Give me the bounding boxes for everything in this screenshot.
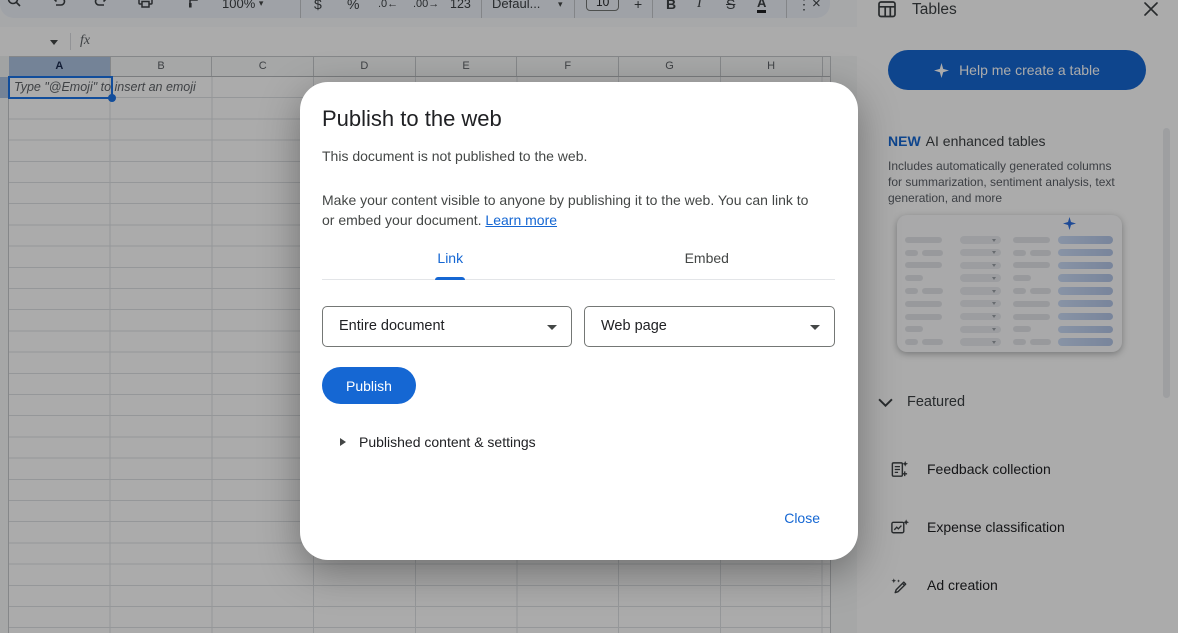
publish-description-text: Make your content visible to anyone by p…: [322, 190, 824, 230]
published-content-settings-expander[interactable]: Published content & settings: [340, 434, 536, 450]
publish-button[interactable]: Publish: [322, 367, 416, 404]
publish-format-dropdown[interactable]: Web page: [584, 306, 835, 347]
tab-embed[interactable]: Embed: [579, 242, 836, 279]
dialog-title: Publish to the web: [322, 106, 502, 132]
publish-status-text: This document is not published to the we…: [322, 148, 587, 164]
dropdown-caret-icon: [547, 325, 557, 330]
active-tab-indicator: [435, 277, 465, 280]
publish-tabs: Link Embed: [322, 242, 835, 280]
tab-link[interactable]: Link: [322, 242, 579, 279]
expander-arrow-icon: [340, 438, 346, 446]
close-dialog-button[interactable]: Close: [784, 510, 820, 526]
published-content-dropdown[interactable]: Entire document: [322, 306, 572, 347]
publish-to-web-dialog: Publish to the web This document is not …: [300, 82, 858, 560]
learn-more-link[interactable]: Learn more: [485, 212, 557, 228]
dropdown-caret-icon: [810, 325, 820, 330]
expander-label: Published content & settings: [359, 434, 536, 450]
